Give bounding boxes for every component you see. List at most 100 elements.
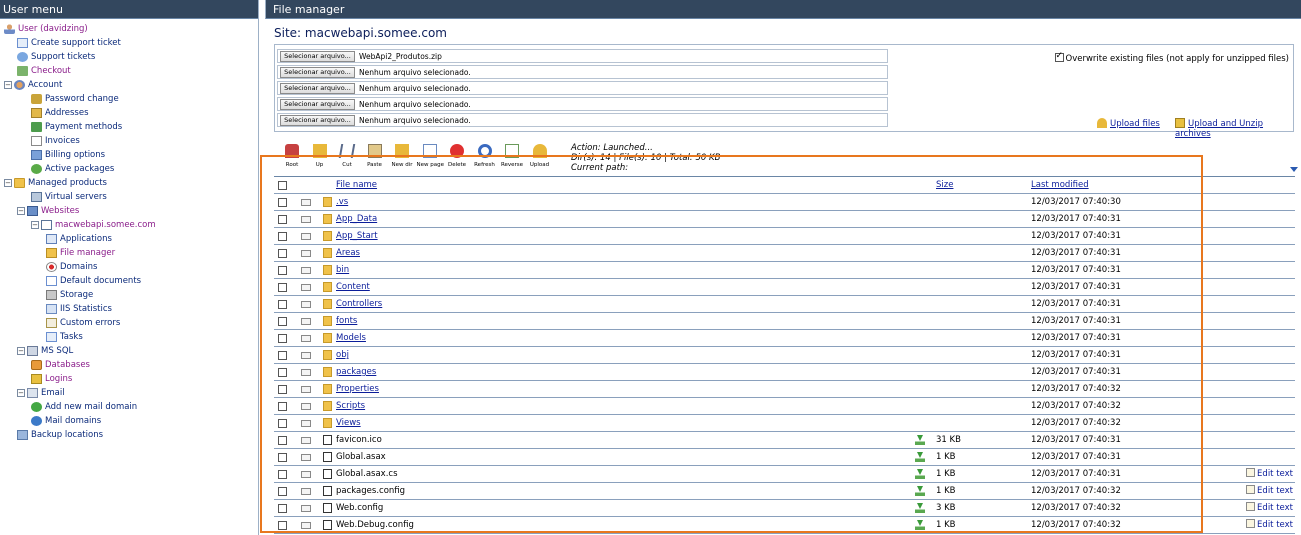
sidebar-item-active-packages[interactable]: Active packages (0, 162, 258, 176)
rename-icon[interactable] (301, 199, 311, 206)
file-name[interactable]: packages (336, 364, 376, 380)
rename-icon[interactable] (301, 522, 311, 529)
row-checkbox[interactable] (278, 453, 287, 462)
file-name[interactable]: App_Data (336, 211, 377, 227)
sidebar-item-applications[interactable]: Applications (0, 232, 258, 246)
col-last-modified[interactable]: Last modified (1031, 177, 1089, 193)
row-checkbox[interactable] (278, 215, 287, 224)
rename-icon[interactable] (301, 471, 311, 478)
file-name[interactable]: fonts (336, 313, 357, 329)
sidebar-item-tasks[interactable]: Tasks (0, 330, 258, 344)
select-all-checkbox[interactable] (278, 181, 287, 190)
rename-icon[interactable] (301, 488, 311, 495)
sidebar-item-account[interactable]: − Account (0, 78, 258, 92)
file-name[interactable]: Controllers (336, 296, 382, 312)
sidebar-item-websites[interactable]: − Websites (0, 204, 258, 218)
toolbar-reverse-button[interactable]: Reverse (499, 144, 525, 168)
choose-file-button[interactable]: Selecionar arquivo... (280, 51, 355, 62)
row-checkbox[interactable] (278, 385, 287, 394)
sidebar-item-checkout[interactable]: Checkout (0, 64, 258, 78)
rename-icon[interactable] (301, 437, 311, 444)
overwrite-checkbox[interactable] (1054, 51, 1064, 62)
file-name[interactable]: bin (336, 262, 349, 278)
rename-icon[interactable] (301, 335, 311, 342)
row-checkbox[interactable] (278, 470, 287, 479)
choose-file-button[interactable]: Selecionar arquivo... (280, 115, 355, 126)
rename-icon[interactable] (301, 267, 311, 274)
toolbar-new-page-button[interactable]: New page (417, 144, 444, 168)
toolbar-refresh-button[interactable]: Refresh (472, 144, 498, 168)
file-name[interactable]: Areas (336, 245, 360, 261)
row-checkbox[interactable] (278, 283, 287, 292)
toolbar-delete-button[interactable]: Delete (444, 144, 470, 168)
rename-icon[interactable] (301, 301, 311, 308)
row-checkbox[interactable] (278, 266, 287, 275)
collapse-toggle-icon[interactable]: − (4, 81, 12, 89)
rename-icon[interactable] (301, 284, 311, 291)
sidebar-item-file-manager[interactable]: File manager (0, 246, 258, 260)
sidebar-item-user-davidzing[interactable]: User (davidzing) (0, 22, 258, 36)
sidebar-item-ms-sql[interactable]: − MS SQL (0, 344, 258, 358)
collapse-toggle-icon[interactable]: − (17, 389, 25, 397)
choose-file-button[interactable]: Selecionar arquivo... (280, 99, 355, 110)
collapse-toggle-icon[interactable]: − (17, 347, 25, 355)
sidebar-item-macwebapi-somee-com[interactable]: − macwebapi.somee.com (0, 218, 258, 232)
sidebar-item-iis-statistics[interactable]: IIS Statistics (0, 302, 258, 316)
row-checkbox[interactable] (278, 300, 287, 309)
rename-icon[interactable] (301, 403, 311, 410)
row-checkbox[interactable] (278, 419, 287, 428)
row-checkbox[interactable] (278, 232, 287, 241)
file-name[interactable]: Scripts (336, 398, 365, 414)
sidebar-item-default-documents[interactable]: Default documents (0, 274, 258, 288)
rename-icon[interactable] (301, 369, 311, 376)
toolbar-upload-button[interactable]: Upload (527, 144, 553, 168)
toolbar-root-button[interactable]: Root (279, 144, 305, 168)
row-checkbox[interactable] (278, 351, 287, 360)
download-icon[interactable] (915, 503, 925, 513)
rename-icon[interactable] (301, 454, 311, 461)
overwrite-option[interactable]: Overwrite existing files (not apply for … (1054, 51, 1289, 64)
rename-icon[interactable] (301, 318, 311, 325)
file-name[interactable]: Content (336, 279, 370, 295)
collapse-toggle-icon[interactable]: − (4, 179, 12, 187)
sidebar-item-support-tickets[interactable]: Support tickets (0, 50, 258, 64)
sort-down-icon[interactable] (1290, 167, 1298, 172)
row-checkbox[interactable] (278, 317, 287, 326)
collapse-toggle-icon[interactable]: − (31, 221, 39, 229)
sidebar-item-custom-errors[interactable]: Custom errors (0, 316, 258, 330)
sidebar-item-addresses[interactable]: Addresses (0, 106, 258, 120)
row-checkbox[interactable] (278, 521, 287, 530)
row-checkbox[interactable] (278, 368, 287, 377)
download-icon[interactable] (915, 435, 925, 445)
row-checkbox[interactable] (278, 249, 287, 258)
file-name[interactable]: Views (336, 415, 361, 431)
sidebar-item-invoices[interactable]: Invoices (0, 134, 258, 148)
row-checkbox[interactable] (278, 198, 287, 207)
upload-files-link[interactable]: Upload files (1097, 118, 1160, 129)
rename-icon[interactable] (301, 420, 311, 427)
file-name[interactable]: Properties (336, 381, 379, 397)
upload-unzip-link[interactable]: Upload and Unzip archives (1175, 118, 1293, 139)
rename-icon[interactable] (301, 216, 311, 223)
rename-icon[interactable] (301, 233, 311, 240)
download-icon[interactable] (915, 469, 925, 479)
sidebar-item-databases[interactable]: Databases (0, 358, 258, 372)
sidebar-item-storage[interactable]: Storage (0, 288, 258, 302)
choose-file-button[interactable]: Selecionar arquivo... (280, 83, 355, 94)
download-icon[interactable] (915, 486, 925, 496)
rename-icon[interactable] (301, 386, 311, 393)
rename-icon[interactable] (301, 505, 311, 512)
col-file-name[interactable]: File name (336, 177, 377, 193)
sidebar-item-mail-domains[interactable]: Mail domains (0, 414, 258, 428)
toolbar-new-dir-button[interactable]: New dir (389, 144, 415, 168)
rename-icon[interactable] (301, 352, 311, 359)
file-name[interactable]: Models (336, 330, 366, 346)
sidebar-item-add-new-mail-domain[interactable]: Add new mail domain (0, 400, 258, 414)
sidebar-item-managed-products[interactable]: − Managed products (0, 176, 258, 190)
download-icon[interactable] (915, 452, 925, 462)
row-checkbox[interactable] (278, 402, 287, 411)
sidebar-item-billing-options[interactable]: Billing options (0, 148, 258, 162)
sidebar-item-backup-locations[interactable]: Backup locations (0, 428, 258, 442)
toolbar-cut-button[interactable]: Cut (334, 144, 360, 168)
sidebar-item-domains[interactable]: Domains (0, 260, 258, 274)
